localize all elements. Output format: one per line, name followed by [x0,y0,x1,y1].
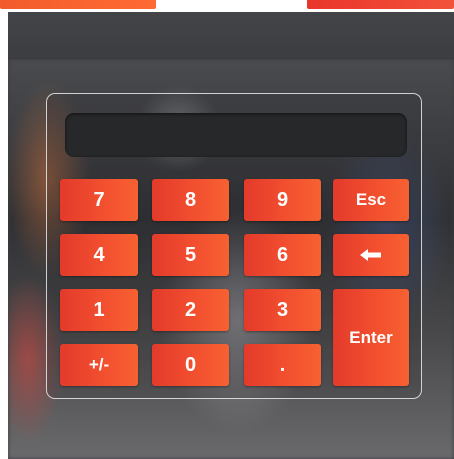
app-window: 7 8 9 Esc 4 5 6 1 2 3 Enter +/- 0 . [0,0,454,459]
backspace-button[interactable] [333,234,409,276]
top-left-button[interactable] [0,0,156,9]
esc-button[interactable]: Esc [333,179,409,221]
key-8[interactable]: 8 [152,179,229,221]
key-4[interactable]: 4 [60,234,138,276]
key-7[interactable]: 7 [60,179,138,221]
top-toolbar [0,0,454,12]
decimal-button[interactable]: . [244,344,321,386]
key-2[interactable]: 2 [152,289,229,331]
dialog-header [8,12,454,59]
key-6[interactable]: 6 [244,234,321,276]
plus-minus-button[interactable]: +/- [60,344,138,386]
key-9[interactable]: 9 [244,179,321,221]
key-5[interactable]: 5 [152,234,229,276]
key-0[interactable]: 0 [152,344,229,386]
enter-button[interactable]: Enter [333,289,409,386]
key-1[interactable]: 1 [60,289,138,331]
top-right-button[interactable] [307,0,454,9]
left-arrow-icon [360,249,381,261]
keypad-display [65,113,407,157]
key-3[interactable]: 3 [244,289,321,331]
